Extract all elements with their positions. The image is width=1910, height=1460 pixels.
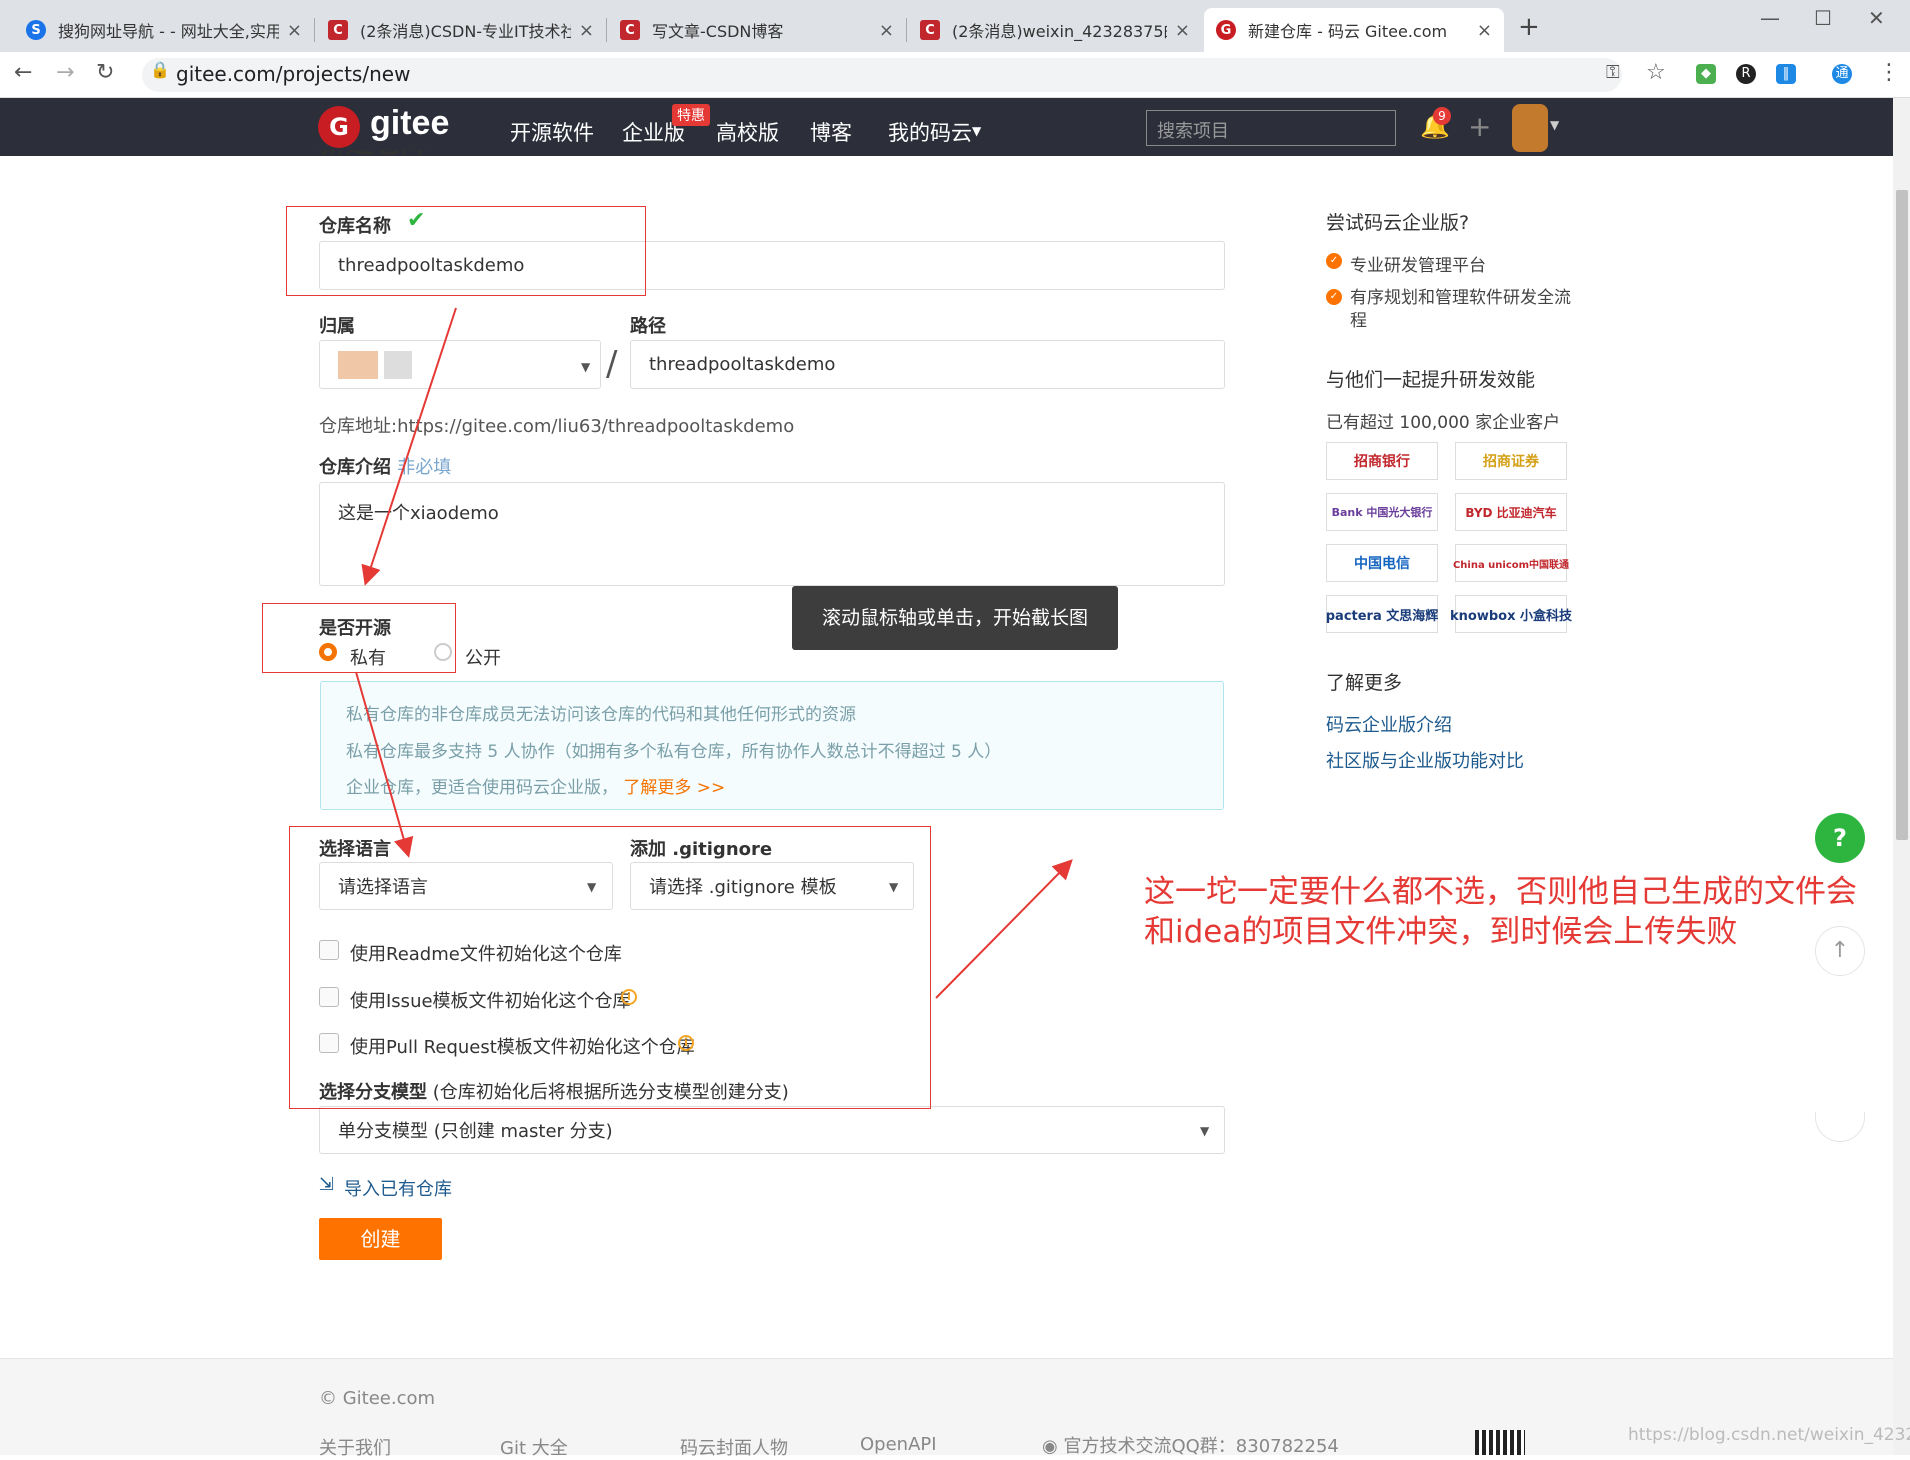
arrow-to-init-options: [355, 671, 414, 858]
annotation-text: 这一坨一定要什么都不选，否则他自己生成的文件会和idea的项目文件冲突，到时候会…: [1144, 874, 1857, 950]
annotation-arrows: [355, 307, 1073, 999]
arrow-from-annotation: [935, 859, 1073, 999]
arrow-to-open-source: [361, 307, 457, 586]
